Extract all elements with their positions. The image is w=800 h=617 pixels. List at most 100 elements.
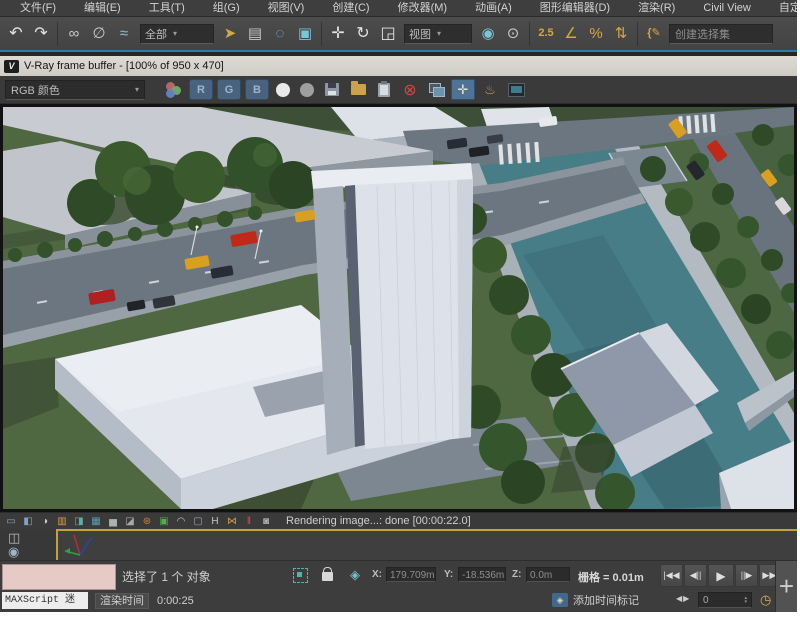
selection-filter-dropdown[interactable]: 全部 ▾	[140, 24, 214, 44]
edit-named-selection-sets-icon[interactable]: {✎	[642, 21, 666, 47]
x-coord-field[interactable]: 179.709m	[386, 567, 436, 582]
undo-icon[interactable]: ↶	[4, 21, 28, 47]
exposure-icon[interactable]: ◑	[38, 515, 52, 528]
menu-item-animation[interactable]: 动画(A)	[461, 0, 526, 16]
copy-to-clipboard-icon[interactable]	[373, 80, 395, 99]
reference-coordinate-value: 视图	[409, 26, 431, 42]
rgb-channels-icon[interactable]	[163, 81, 185, 99]
toolbar-separator	[529, 22, 530, 46]
stamp-icon[interactable]: ▭	[4, 515, 18, 528]
red-channel-button[interactable]: R	[189, 79, 213, 100]
icc-icon[interactable]: ▢	[191, 515, 205, 528]
chevron-down-icon: ▾	[437, 29, 441, 38]
select-and-rotate-icon[interactable]: ↻	[351, 21, 375, 47]
absolute-mode-icon[interactable]: ◈	[350, 567, 360, 583]
menu-item-create[interactable]: 创建(C)	[318, 0, 383, 16]
menu-item-file[interactable]: 文件(F)	[6, 0, 70, 16]
current-frame-field[interactable]: 0 ▴ ▾	[698, 592, 752, 608]
maxscript-listener-tab[interactable]: MAXScript 迷	[2, 592, 88, 609]
srgb-icon[interactable]: ▣	[157, 515, 171, 528]
next-frame-button[interactable]: ||▶	[735, 564, 758, 587]
y-coord-label: Y:	[444, 569, 453, 580]
monochrome-icon[interactable]	[300, 83, 314, 97]
maxscript-mini-listener[interactable]	[2, 564, 116, 590]
playback-controls: |◀◀ ◀|| ▶ ||▶ ▶▶|	[660, 564, 782, 587]
render-image	[3, 107, 794, 509]
white-balance-icon[interactable]: ▥	[55, 515, 69, 528]
settings-icon[interactable]: ⊛	[140, 515, 154, 528]
select-by-name-icon[interactable]: ▤	[243, 21, 267, 47]
select-object-icon[interactable]: ➤	[218, 21, 242, 47]
named-selection-set-field[interactable]: 创建选择集	[669, 24, 773, 44]
menu-item-customize[interactable]: 自定义(U)	[765, 0, 797, 16]
use-pivot-center-icon[interactable]: ◉	[476, 21, 500, 47]
toolbar-separator	[321, 22, 322, 46]
toolbar-separator	[57, 22, 58, 46]
menu-item-modifiers[interactable]: 修改器(M)	[384, 0, 462, 16]
force-clamp-icon[interactable]: H	[208, 515, 222, 528]
chevron-down-icon: ▾	[173, 29, 177, 38]
track-mouse-icon[interactable]: ✛	[451, 79, 475, 100]
spinner-down-icon[interactable]: ▾	[744, 600, 747, 604]
add-time-tag[interactable]: ◈ 添加时间标记	[552, 592, 639, 608]
z-coord-field[interactable]: 0.0m	[526, 567, 570, 582]
curve-icon[interactable]: ◠	[174, 515, 188, 528]
menu-item-tools[interactable]: 工具(T)	[135, 0, 199, 16]
menu-item-civil-view[interactable]: Civil View	[689, 0, 764, 16]
menu-item-graph-editors[interactable]: 图形编辑器(D)	[526, 0, 624, 16]
color-balance-icon[interactable]: ▦	[89, 515, 103, 528]
load-image-icon[interactable]	[347, 80, 369, 99]
clear-image-icon[interactable]: ⊗	[399, 80, 421, 99]
duplicate-framebuffer-icon[interactable]	[425, 80, 447, 99]
angle-snap-icon[interactable]: ∠	[559, 21, 583, 47]
save-image-icon[interactable]	[321, 80, 343, 99]
z-coord-label: Z:	[512, 569, 521, 580]
previous-frame-button[interactable]: ◀||	[684, 564, 707, 587]
alpha-channel-icon[interactable]	[276, 83, 290, 97]
go-to-start-button[interactable]: |◀◀	[660, 564, 683, 587]
show-corrections-icon[interactable]: ◧	[21, 515, 35, 528]
bind-to-space-warp-icon[interactable]: ≈	[112, 21, 136, 47]
time-configuration-icon[interactable]: ◷	[760, 592, 771, 608]
compare-horizontal-icon[interactable]: ⋈	[225, 515, 239, 528]
link-icon[interactable]: ∞	[62, 21, 86, 47]
unlink-icon[interactable]: ∅	[87, 21, 111, 47]
percent-snap-icon[interactable]: %	[584, 21, 608, 47]
spinner-snap-icon[interactable]: ⇅	[609, 21, 633, 47]
selection-region-icon[interactable]	[293, 568, 308, 583]
select-and-manipulate-icon[interactable]: ⊙	[501, 21, 525, 47]
menu-item-edit[interactable]: 编辑(E)	[70, 0, 135, 16]
show-last-vfb-icon[interactable]	[505, 80, 527, 99]
play-button[interactable]: ▶	[708, 564, 734, 587]
rectangular-selection-icon[interactable]: ◌	[268, 21, 292, 47]
vfb-channel-dropdown[interactable]: RGB 颜色 ▾	[5, 80, 145, 100]
select-and-scale-icon[interactable]: ◲	[376, 21, 400, 47]
y-coord-field[interactable]: -18.536m	[458, 567, 506, 582]
green-channel-button[interactable]: G	[217, 79, 241, 100]
viewport-background[interactable]	[58, 531, 797, 560]
menu-item-group[interactable]: 组(G)	[199, 0, 254, 16]
frame-spinner[interactable]: ▴ ▾	[744, 596, 747, 604]
menu-item-views[interactable]: 视图(V)	[254, 0, 319, 16]
scene-sphere-icon[interactable]: ◉	[8, 544, 19, 560]
snaps-toggle-icon[interactable]: 2.5	[534, 21, 558, 47]
menu-item-rendering[interactable]: 渲染(R)	[624, 0, 689, 16]
levels-icon[interactable]: ▅	[106, 515, 120, 528]
select-and-move-icon[interactable]: ✛	[326, 21, 350, 47]
blue-channel-button[interactable]: B	[245, 79, 269, 100]
viewport-nav-plus-icon[interactable]: +	[775, 561, 797, 612]
key-mode-toggle[interactable]: ◀▶	[676, 594, 690, 603]
selection-lock-icon[interactable]	[322, 572, 333, 581]
vfb-toolbar: RGB 颜色 ▾ R G B ⊗ ✛ ♨	[0, 76, 797, 104]
render-teapot-icon[interactable]: ♨	[479, 80, 501, 99]
hue-saturation-icon[interactable]: ◨	[72, 515, 86, 528]
vfb-render-canvas[interactable]	[0, 104, 797, 512]
redo-icon[interactable]: ↷	[29, 21, 53, 47]
desktop: 文件(F) 编辑(E) 工具(T) 组(G) 视图(V) 创建(C) 修改器(M…	[0, 0, 800, 617]
vfb-titlebar[interactable]: V V-Ray frame buffer - [100% of 950 x 47…	[0, 56, 797, 76]
curve-editor-icon[interactable]: ◪	[123, 515, 137, 528]
pixel-info-icon[interactable]: ◙	[259, 515, 273, 528]
window-crossing-icon[interactable]: ▣	[293, 21, 317, 47]
compare-vertical-icon[interactable]: ‖	[242, 515, 256, 528]
reference-coordinate-dropdown[interactable]: 视图 ▾	[404, 24, 472, 44]
